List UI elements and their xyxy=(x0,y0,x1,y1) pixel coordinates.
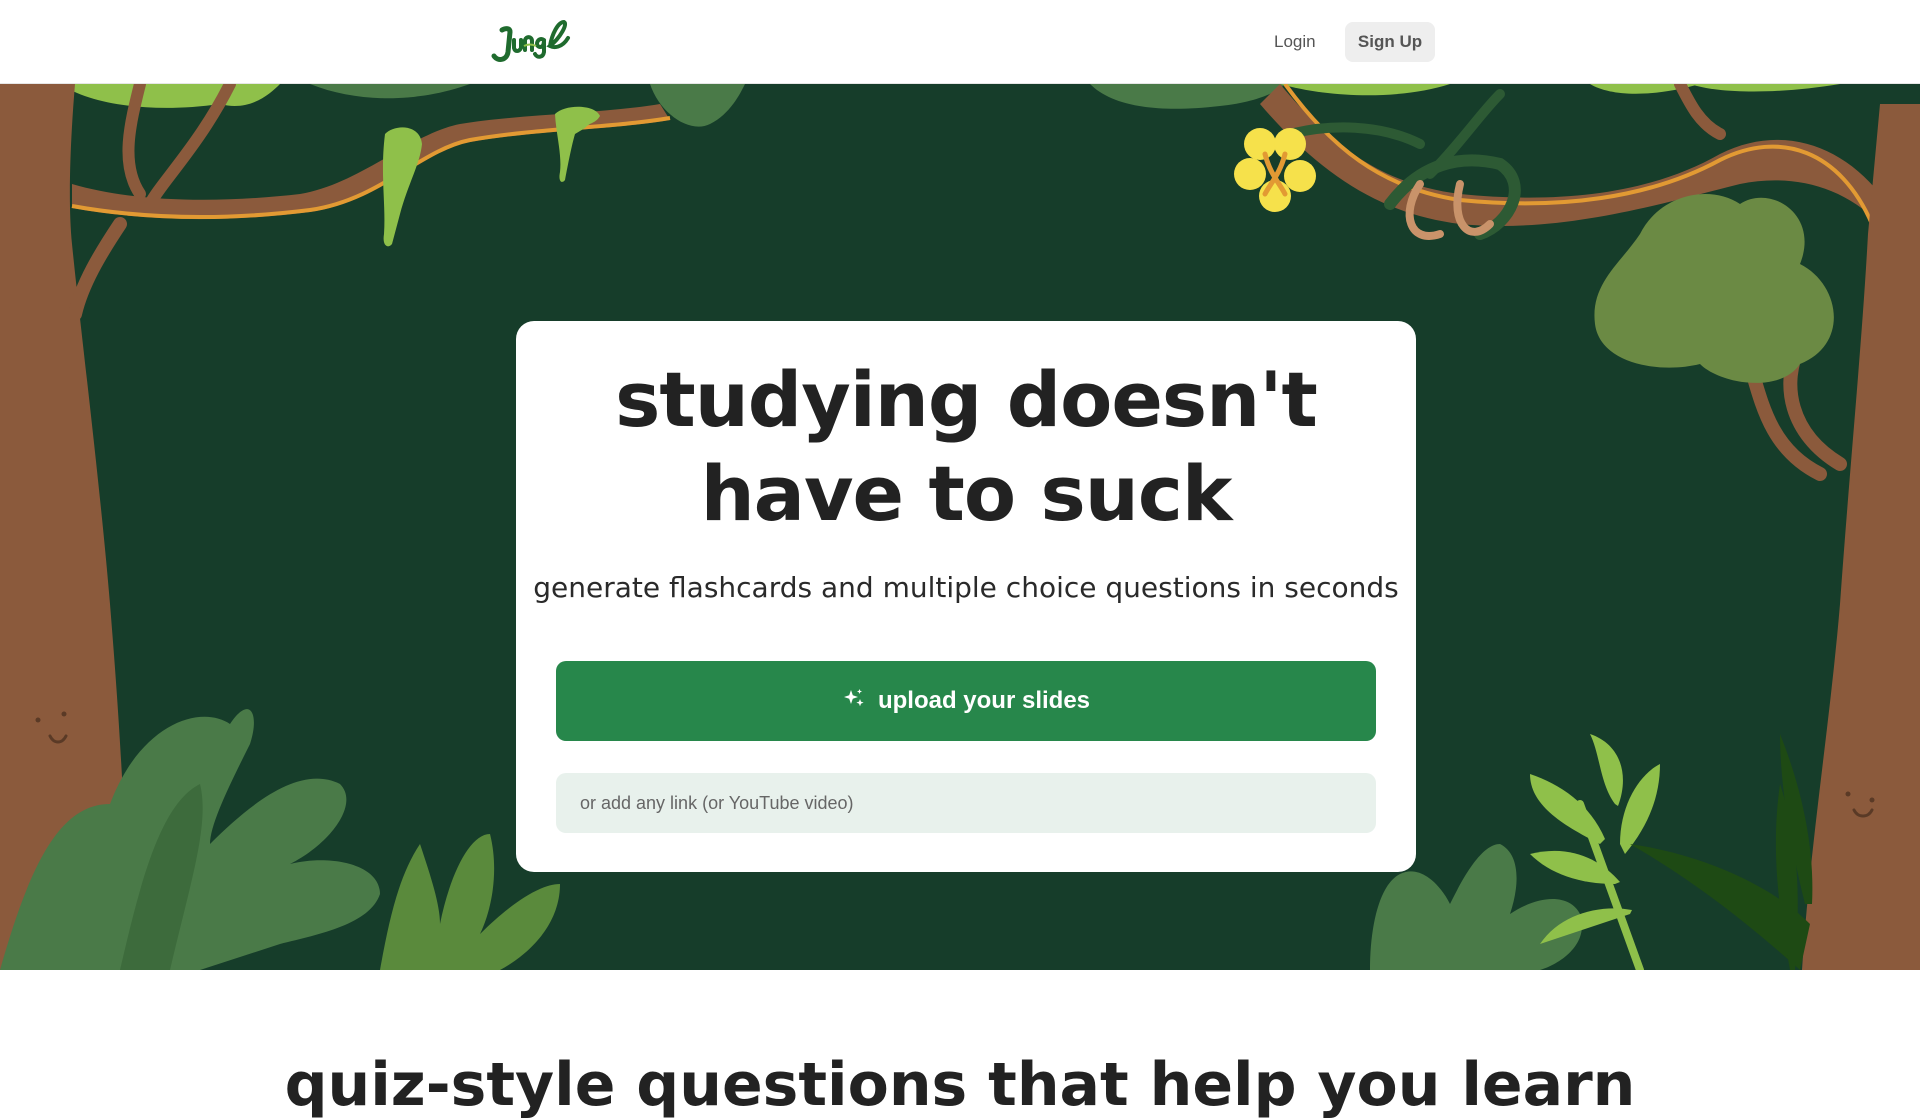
canopy-leaf-icon xyxy=(1090,84,1285,109)
login-link[interactable]: Login xyxy=(1260,22,1330,62)
hero-section: studying doesn't have to suck generate f… xyxy=(0,84,1920,970)
canopy-leaf-icon xyxy=(1280,84,1450,96)
sparkles-icon xyxy=(842,687,866,716)
hero-headline: studying doesn't have to suck xyxy=(615,355,1318,538)
flower-icon xyxy=(1234,128,1316,212)
section-title: quiz-style questions that help you learn xyxy=(284,1050,1636,1120)
upload-slides-label: upload your slides xyxy=(877,687,1091,714)
canopy-leaf-icon xyxy=(310,84,470,99)
sign-up-button[interactable]: Sign Up xyxy=(1345,22,1435,62)
moss-drip xyxy=(555,106,600,182)
tree-trunk-right xyxy=(1802,104,1920,970)
top-navbar: Login Sign Up xyxy=(0,0,1920,84)
canopy-leaf-icon xyxy=(1690,84,1840,92)
moss-drip xyxy=(382,127,422,247)
hero-card: studying doesn't have to suck generate f… xyxy=(516,321,1416,872)
jungle-logo[interactable] xyxy=(488,16,572,66)
hero-subheadline: generate flashcards and multiple choice … xyxy=(533,571,1399,604)
upload-slides-button[interactable]: upload your slides xyxy=(556,661,1376,741)
link-input[interactable] xyxy=(556,773,1376,833)
canopy-leaf-icon xyxy=(60,84,280,108)
bush xyxy=(1594,194,1834,383)
